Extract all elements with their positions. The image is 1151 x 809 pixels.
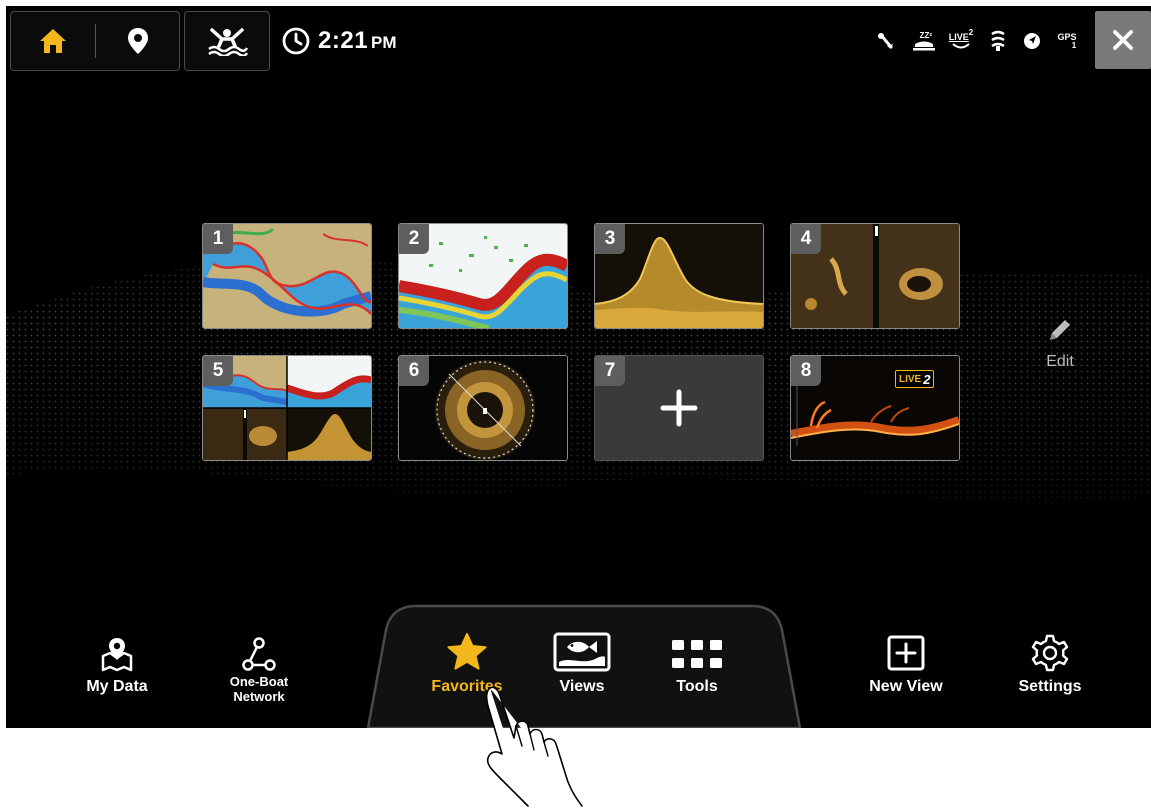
tile-number: 7 [595, 356, 625, 386]
favorite-tile-7-empty[interactable]: 7 [594, 355, 764, 461]
favorite-tile-5[interactable]: 5 [202, 355, 372, 461]
gear-icon [1031, 634, 1069, 672]
plus-icon [660, 389, 698, 427]
live-label: LIVE [948, 32, 969, 42]
pencil-icon [1050, 320, 1070, 340]
tile-number: 6 [399, 356, 429, 386]
settings-label: Settings [1018, 678, 1082, 695]
clock: 2:21 PM [282, 24, 397, 58]
live-badge-text: LIVE [899, 373, 922, 385]
favorite-tile-1[interactable]: 1 [202, 223, 372, 329]
settings-button[interactable]: Settings [1000, 628, 1100, 712]
live-number: 2 [968, 28, 974, 37]
tile-number: 2 [399, 224, 429, 254]
home-waypoint-group [10, 11, 180, 71]
edit-label: Edit [1046, 353, 1074, 370]
tile-number: 8 [791, 356, 821, 386]
one-boat-label-2: Network [233, 689, 285, 704]
tap-hand-icon [485, 686, 583, 807]
my-data-button[interactable]: My Data [72, 628, 162, 712]
favorites-screen: 2:21 PM ZZᶻ LIVE 2 GPS 1 1 2 3 4 5 6 7 8… [6, 6, 1151, 728]
gps-icon: GPS 1 [1052, 29, 1082, 53]
man-overboard-icon [208, 28, 248, 56]
man-overboard-button[interactable] [185, 12, 269, 70]
one-boat-network-button[interactable]: One-Boat Network [214, 628, 304, 712]
grid-icon [672, 640, 722, 668]
clock-time: 2:21 [318, 27, 369, 54]
new-view-label: New View [869, 678, 943, 695]
map-pin-icon [101, 638, 133, 672]
clock-icon [282, 27, 310, 55]
sleep-mode-icon: ZZᶻ [910, 29, 938, 53]
tile-number: 1 [203, 224, 233, 254]
favorite-tile-2[interactable]: 2 [398, 223, 568, 329]
backdrop-wave [6, 259, 1151, 504]
tools-label: Tools [676, 678, 718, 695]
live-badge: LIVE 2 [895, 370, 935, 388]
my-data-label: My Data [86, 678, 148, 695]
new-view-button[interactable]: New View [856, 628, 956, 712]
tools-button[interactable]: Tools [652, 628, 742, 712]
network-icon [242, 637, 276, 671]
waypoint-button[interactable] [96, 12, 179, 70]
close-icon [1113, 30, 1133, 50]
tile-number: 4 [791, 224, 821, 254]
tile-number: 3 [595, 224, 625, 254]
favorite-tile-3[interactable]: 3 [594, 223, 764, 329]
star-icon [447, 633, 487, 670]
transducer-icon [986, 29, 1010, 53]
favorite-tile-8[interactable]: 8 LIVE 2 [790, 355, 960, 461]
home-icon [40, 29, 66, 53]
sleep-label: ZZᶻ [919, 31, 933, 40]
tile-number: 5 [203, 356, 233, 386]
add-view-icon [887, 635, 925, 671]
location-pin-icon [127, 28, 148, 54]
home-button[interactable] [11, 12, 95, 70]
one-boat-label-1: One-Boat [229, 674, 289, 689]
live-badge-number: 2 [923, 371, 931, 387]
favorite-tile-4[interactable]: 4 [790, 223, 960, 329]
fish-view-icon [553, 632, 611, 672]
clock-ampm: PM [371, 33, 397, 52]
heading-icon [1019, 29, 1045, 53]
gps-count: 1 [1071, 41, 1077, 50]
edit-button[interactable]: Edit [1038, 316, 1082, 386]
sonar-ping-icon [874, 29, 900, 53]
favorite-tile-6[interactable]: 6 [398, 355, 568, 461]
close-button[interactable] [1095, 11, 1151, 69]
man-overboard-group [184, 11, 270, 71]
live-sonar-icon: LIVE 2 [946, 28, 976, 53]
